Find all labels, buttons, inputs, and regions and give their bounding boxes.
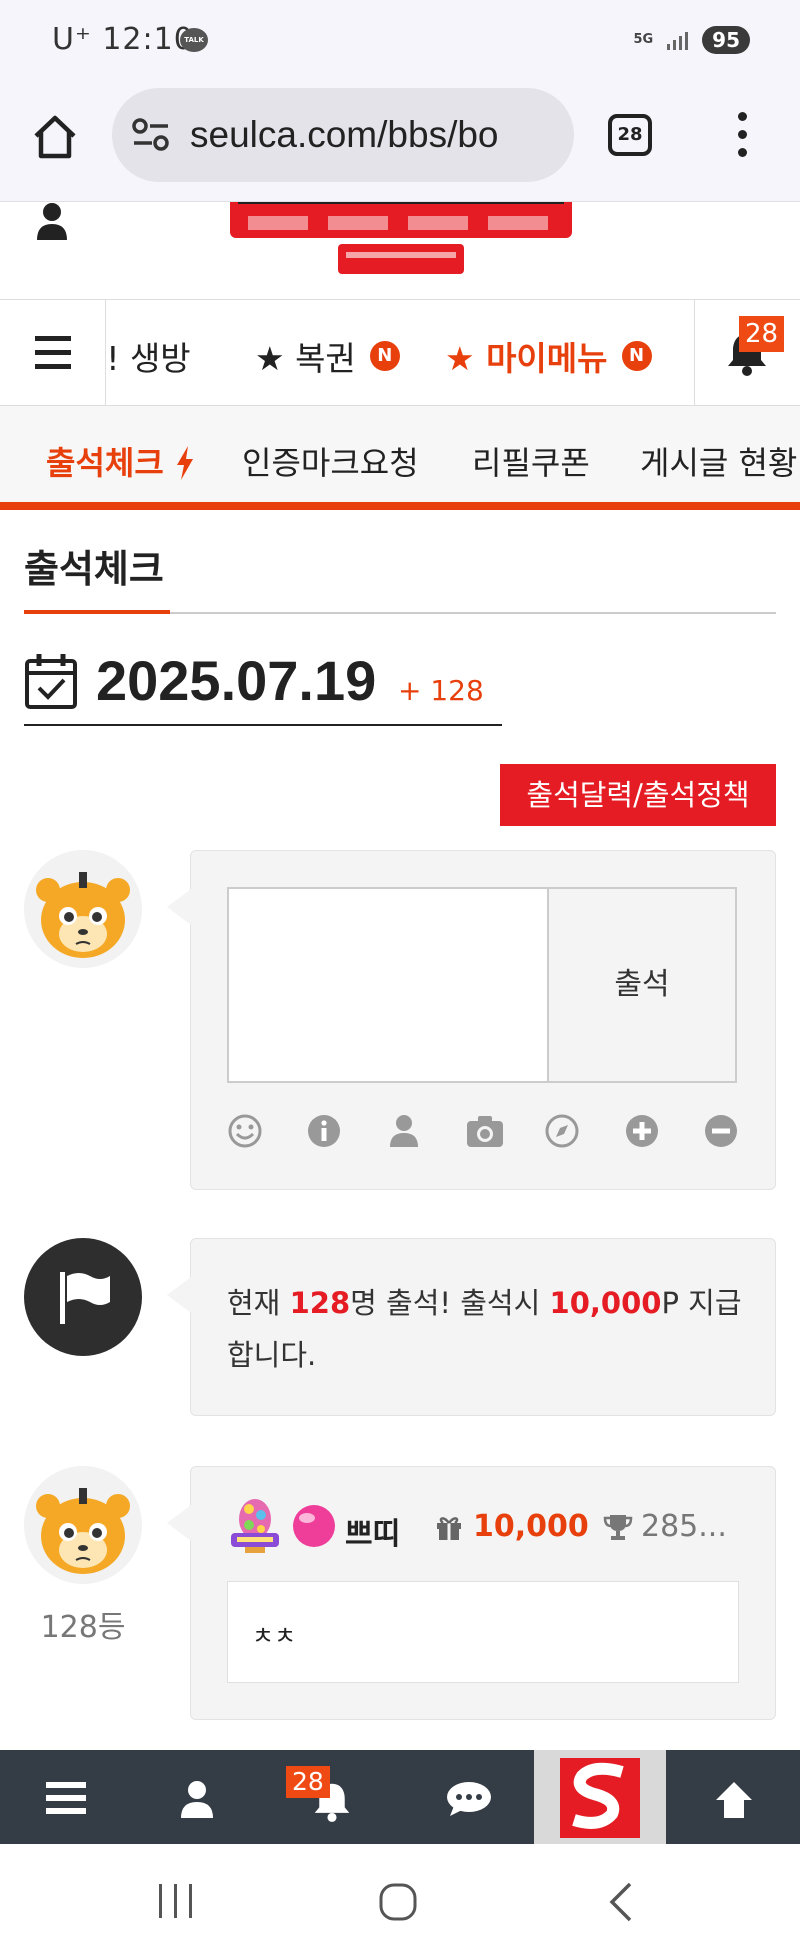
tab-attendance[interactable]: 출석체크	[46, 438, 195, 484]
pink-orb-icon	[293, 1505, 335, 1547]
reward-points: 10,000	[549, 1286, 662, 1320]
entry-trophy: 285...	[603, 1509, 727, 1544]
tab-post-status[interactable]: 게시글 현황	[640, 438, 797, 484]
home-button[interactable]	[30, 112, 80, 162]
scroll-top-button[interactable]	[668, 1750, 800, 1844]
status-time: U⁺ 12:10	[52, 22, 194, 57]
back-icon	[609, 1882, 632, 1922]
attendee-count: 128	[289, 1286, 351, 1320]
system-status-bar: U⁺ 12:10 TALK 5G 95	[0, 0, 800, 82]
menu-button[interactable]	[0, 300, 106, 406]
nav-item-lottery[interactable]: ★ 복권 N	[255, 332, 400, 380]
new-badge: N	[621, 341, 652, 371]
attendance-policy-button[interactable]: 출석달력/출석정책	[500, 764, 776, 826]
user-icon[interactable]	[386, 1113, 422, 1149]
nav-item-mymenu[interactable]: ★ 마이메뉴 N	[445, 332, 652, 380]
sub-menu: 출석체크 인증마크요청 리필쿠폰 게시글 현황	[0, 406, 800, 510]
page-title: 출석체크	[24, 547, 164, 591]
comment-textarea[interactable]	[227, 887, 549, 1083]
minus-circle-icon[interactable]	[703, 1113, 739, 1149]
more-menu-icon[interactable]	[738, 112, 748, 160]
attendance-form: 출석	[167, 850, 776, 1190]
site-settings-icon[interactable]	[132, 118, 170, 152]
flag-icon	[60, 1272, 110, 1324]
calendar-check-icon	[25, 654, 77, 709]
bottom-site-logo[interactable]	[534, 1750, 666, 1844]
android-home-button[interactable]	[378, 1882, 418, 1926]
user-icon[interactable]	[36, 202, 68, 242]
home-icon	[34, 115, 76, 159]
entry-user-info: 쁘띠 10,000 285...	[227, 1495, 747, 1555]
gift-icon	[437, 1516, 461, 1540]
site-header	[0, 202, 800, 300]
tiger-avatar-icon	[24, 1466, 142, 1584]
attendance-rank: 128등	[40, 1610, 126, 1645]
signal-icon	[667, 30, 689, 50]
notification-count-badge: 28	[739, 316, 785, 352]
chat-icon	[447, 1782, 491, 1816]
compass-icon[interactable]	[544, 1113, 580, 1149]
recent-apps-icon	[159, 1884, 192, 1918]
camera-icon[interactable]	[465, 1113, 503, 1149]
main-nav: !! 생방 ★ 복권 N ★ 마이메뉴 N 28	[0, 300, 800, 406]
nav-item-live[interactable]: !! 생방	[107, 332, 191, 380]
kakaotalk-notification-icon: TALK	[180, 28, 208, 52]
tiger-avatar-icon	[24, 850, 142, 968]
comment-toolbar	[227, 1113, 739, 1153]
bottom-chat-button[interactable]	[400, 1750, 532, 1844]
bottom-notification-button[interactable]: 28	[266, 1750, 398, 1844]
arrow-up-icon	[716, 1782, 752, 1818]
site-logo[interactable]	[228, 202, 574, 278]
date-header: 2025.07.19 + 128	[24, 648, 502, 726]
notice-text: 현재 128명 출석! 출석시 10,000P 지급합니다.	[227, 1286, 742, 1372]
bottom-menu-button[interactable]	[0, 1750, 132, 1844]
menu-icon	[46, 1782, 86, 1814]
attendance-date: 2025.07.19	[96, 649, 377, 712]
back-button[interactable]	[606, 1882, 636, 1926]
attendance-notice: 현재 128명 출석! 출석시 10,000P 지급합니다.	[167, 1238, 776, 1416]
level-badge-icon	[231, 1499, 279, 1553]
s-logo-icon	[560, 1758, 640, 1838]
entry-points: 10,000	[435, 1509, 589, 1544]
notification-button[interactable]: 28	[694, 300, 800, 406]
url-text: seulca.com/bbs/bo	[190, 114, 499, 155]
notification-count-badge: 28	[286, 1766, 330, 1798]
lightning-icon	[176, 446, 193, 480]
trophy-icon	[603, 1514, 633, 1540]
entry-comment: ㅊㅊ	[227, 1581, 739, 1683]
notice-avatar	[24, 1238, 142, 1356]
home-circle-icon	[379, 1883, 417, 1921]
tab-switcher-button[interactable]: 28	[608, 114, 652, 156]
title-underline	[24, 610, 170, 614]
tab-cert-mark-request[interactable]: 인증마크요청	[242, 438, 419, 484]
info-icon[interactable]	[306, 1113, 342, 1149]
avatar	[24, 1466, 142, 1584]
tab-refill-coupon[interactable]: 리필쿠폰	[472, 438, 590, 484]
battery-indicator: 95	[702, 26, 750, 54]
new-badge: N	[369, 341, 400, 371]
attendance-entry: 쁘띠 10,000 285... ㅊㅊ	[167, 1466, 776, 1720]
nav-scroll[interactable]: !! 생방 ★ 복권 N ★ 마이메뉴 N	[107, 300, 694, 406]
emoticon-icon[interactable]	[227, 1113, 263, 1149]
attendance-count: + 128	[398, 674, 484, 707]
bottom-profile-button[interactable]	[133, 1750, 265, 1844]
browser-toolbar: seulca.com/bbs/bo 28	[0, 82, 800, 202]
plus-circle-icon[interactable]	[624, 1113, 660, 1149]
recent-apps-button[interactable]	[156, 1882, 196, 1924]
bottom-site-nav: 28	[0, 1750, 800, 1844]
user-icon	[181, 1781, 213, 1818]
avatar	[24, 850, 142, 968]
attend-submit-button[interactable]: 출석	[549, 887, 737, 1083]
network-indicator: 5G	[633, 32, 654, 47]
android-nav-bar	[0, 1844, 800, 1956]
address-bar[interactable]: seulca.com/bbs/bo	[112, 88, 574, 182]
entry-nickname[interactable]: 쁘띠	[345, 1509, 400, 1553]
